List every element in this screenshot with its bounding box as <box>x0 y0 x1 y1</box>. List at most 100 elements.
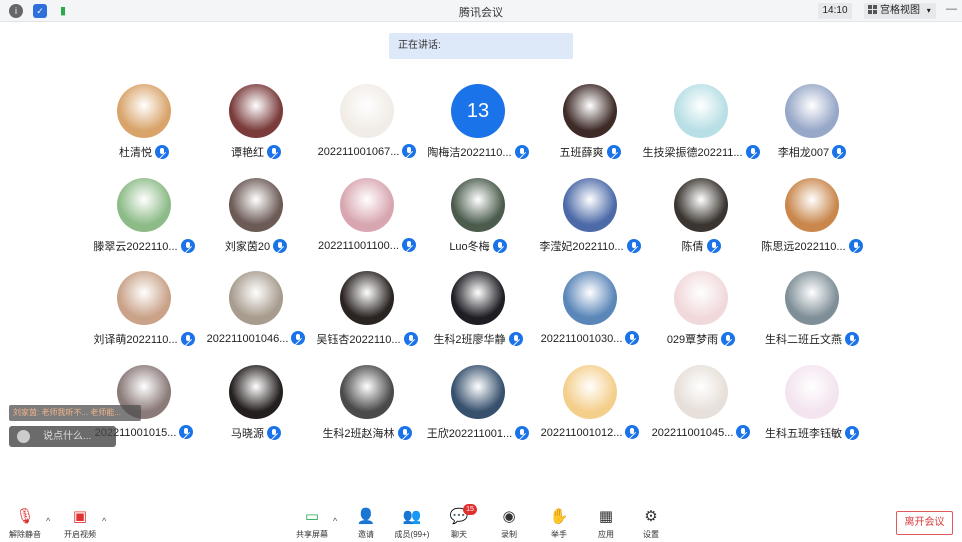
participant-name: 刘译萌2022110... <box>93 334 178 346</box>
participant-name: 刘家茵20 <box>224 241 271 253</box>
unmute-button[interactable]: 🎙 解除静音 <box>0 508 50 540</box>
cat-photo-avatar <box>229 271 283 325</box>
chat-unread-badge: 15 <box>463 504 477 515</box>
record-button[interactable]: ◉ 录制 <box>484 508 534 540</box>
participant-name: 吴钰杏2022110... <box>316 334 401 346</box>
mic-muted-icon <box>267 145 281 159</box>
mic-muted-icon <box>721 332 736 346</box>
photo-avatar <box>451 271 505 325</box>
invite-button[interactable]: 👤 邀请 <box>341 508 391 540</box>
chat-quick-input[interactable]: 说点什么... <box>9 426 116 447</box>
mic-muted-icon <box>155 145 169 159</box>
chat-placeholder: 说点什么... <box>43 431 92 442</box>
share-screen-label: 共享屏幕 <box>296 530 328 539</box>
participant-name: 202211001030... <box>540 333 623 345</box>
participant-name: 陈思远2022110... <box>761 241 846 253</box>
avatar: 13 <box>451 84 505 138</box>
gear-icon: ⚙ <box>644 508 658 525</box>
cartoon-avatar <box>785 365 839 419</box>
photo-avatar <box>785 84 839 138</box>
camera-off-icon: ▣ <box>72 508 88 525</box>
participant-tile[interactable]: 陈思远2022110... <box>744 178 880 270</box>
participant-name: 生科五班李钰敏 <box>765 428 842 440</box>
members-button[interactable]: 👥 成员(99+) <box>387 508 437 540</box>
chevron-up-icon[interactable]: ^ <box>333 516 337 526</box>
participant-name: 李滢妃2022110... <box>539 241 624 253</box>
record-icon: ◉ <box>502 508 516 525</box>
participant-name: 王欣202211001... <box>426 428 513 440</box>
invite-label: 邀请 <box>358 530 374 539</box>
members-label: 成员(99+) <box>394 530 430 539</box>
view-mode-button[interactable]: 宫格视图 ▾ <box>864 3 936 19</box>
participant-tile[interactable]: 生科五班李钰敏 <box>744 365 880 457</box>
bear-avatar <box>117 178 171 232</box>
cat-photo-avatar <box>117 271 171 325</box>
mic-muted-icon <box>492 239 507 253</box>
participant-name: 202211001100... <box>318 240 399 252</box>
photo-avatar <box>563 178 617 232</box>
members-icon: 👥 <box>402 508 422 525</box>
person-photo-avatar <box>563 84 617 138</box>
chevron-up-icon[interactable]: ^ <box>102 516 106 526</box>
chat-button[interactable]: 💬 15 聊天 <box>434 504 484 540</box>
hand-icon: ✋ <box>549 508 569 525</box>
share-screen-icon: ▭ <box>304 508 320 525</box>
participant-name: 202211001012... <box>540 427 623 439</box>
leave-meeting-button[interactable]: 离开会议 <box>896 511 953 535</box>
raise-hand-label: 举手 <box>551 530 567 539</box>
participant-name: 陈倩 <box>681 241 704 253</box>
mic-muted-icon <box>832 145 847 159</box>
person-photo-avatar <box>229 84 283 138</box>
participant-name: 202211001046... <box>206 333 289 345</box>
participant-tile[interactable]: 李相龙007 <box>744 84 880 176</box>
person-photo-avatar <box>340 271 394 325</box>
settings-button[interactable]: ⚙ 设置 <box>626 508 676 540</box>
raise-hand-button[interactable]: ✋ 举手 <box>534 508 584 540</box>
participant-name: 杜清悦 <box>119 147 152 159</box>
settings-label: 设置 <box>643 530 659 539</box>
participant-name: 202211001067... <box>317 146 400 158</box>
chevron-up-icon[interactable]: ^ <box>46 516 50 526</box>
mic-muted-icon: 🎙 <box>15 508 35 525</box>
chat-label: 聊天 <box>451 530 467 539</box>
share-screen-button[interactable]: ▭ 共享屏幕 <box>287 508 337 540</box>
participant-name-row: 生科五班李钰敏 <box>744 425 880 441</box>
participant-name: 李相龙007 <box>777 147 830 159</box>
participant-name-row: 陈思远2022110... <box>744 238 880 254</box>
mic-muted-icon <box>606 145 621 159</box>
apps-button[interactable]: ▦ 应用 <box>581 508 631 540</box>
mic-muted-icon <box>706 239 721 253</box>
grid-icon <box>868 5 877 14</box>
person-photo-avatar <box>785 271 839 325</box>
dog-photo-avatar <box>785 178 839 232</box>
start-video-button[interactable]: ▣ 开启视频 <box>55 508 105 540</box>
chevron-down-icon: ▾ <box>926 6 931 15</box>
start-video-label: 开启视频 <box>64 530 96 539</box>
minimize-icon[interactable]: — <box>946 3 957 15</box>
participant-name: 029覃梦雨 <box>666 334 719 346</box>
person-photo-avatar <box>674 178 728 232</box>
cartoon-avatar <box>340 84 394 138</box>
apps-label: 应用 <box>598 530 614 539</box>
participant-name: 滕翠云2022110... <box>93 241 178 253</box>
person-photo-avatar <box>229 178 283 232</box>
record-label: 录制 <box>501 530 517 539</box>
participant-tile[interactable]: 生科二班丘文燕 <box>744 271 880 363</box>
unmute-label: 解除静音 <box>9 530 41 539</box>
meeting-time: 14:10 <box>818 3 852 19</box>
person-photo-avatar <box>674 365 728 419</box>
person-photo-avatar <box>451 365 505 419</box>
participant-name: 202211001045... <box>651 427 734 439</box>
mic-muted-icon <box>845 332 859 346</box>
participant-name: 生科二班丘文燕 <box>765 334 842 346</box>
mic-muted-icon <box>273 239 288 253</box>
participant-name-row: 李相龙007 <box>744 144 880 160</box>
dog-photo-avatar <box>117 84 171 138</box>
chat-popup-message[interactable]: 刘家茵: 老师我听不... 老师能... <box>9 405 141 421</box>
smile-icon <box>17 430 30 443</box>
participant-name: 谭艳红 <box>231 147 264 159</box>
mic-muted-icon <box>848 239 863 253</box>
anime-avatar <box>340 178 394 232</box>
participant-name: 马晓源 <box>231 428 264 440</box>
participant-name: 生技梁振德202211... <box>642 147 743 159</box>
